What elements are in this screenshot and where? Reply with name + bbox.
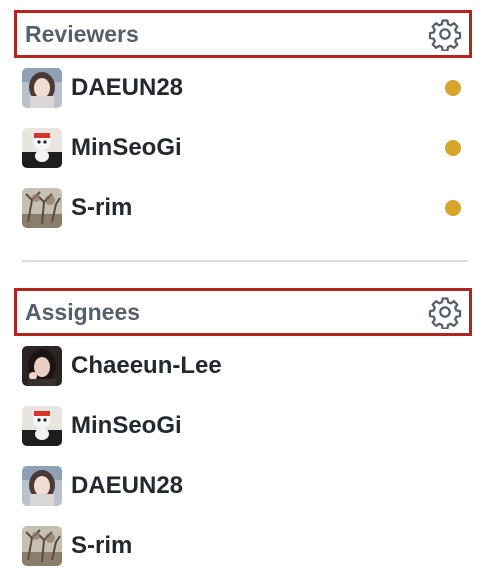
avatar-mascot-black	[22, 128, 62, 168]
assignee-username[interactable]: Chaeeun-Lee	[71, 352, 468, 380]
avatar-girl-light	[22, 466, 62, 506]
avatar-tree	[22, 526, 62, 566]
avatar-girl-dark	[22, 346, 62, 386]
gear-icon[interactable]	[427, 16, 463, 52]
avatar-girl-light	[22, 68, 62, 108]
reviewers-title: Reviewers	[25, 20, 139, 47]
reviewer-row[interactable]: MinSeoGi	[22, 126, 468, 170]
assignee-username[interactable]: MinSeoGi	[71, 412, 468, 440]
assignees-header[interactable]: Assignees	[14, 288, 472, 336]
avatar-mascot-black	[22, 406, 62, 446]
section-divider	[22, 260, 468, 262]
assignees-title: Assignees	[25, 298, 141, 325]
reviewers-header[interactable]: Reviewers	[14, 10, 472, 58]
reviewer-row[interactable]: S-rim	[22, 186, 468, 230]
avatar-tree	[22, 188, 62, 228]
pending-dot-icon	[445, 80, 461, 96]
assignee-row[interactable]: Chaeeun-Lee	[22, 344, 468, 388]
gear-icon[interactable]	[427, 294, 463, 330]
assignee-username[interactable]: S-rim	[71, 532, 468, 560]
reviewer-username[interactable]: MinSeoGi	[71, 134, 445, 162]
assignee-row[interactable]: DAEUN28	[22, 464, 468, 508]
assignee-username[interactable]: DAEUN28	[71, 472, 468, 500]
assignee-row[interactable]: S-rim	[22, 524, 468, 568]
assignee-row[interactable]: MinSeoGi	[22, 404, 468, 448]
pending-dot-icon	[445, 140, 461, 156]
reviewer-username[interactable]: S-rim	[71, 194, 445, 222]
reviewer-row[interactable]: DAEUN28	[22, 66, 468, 110]
pending-dot-icon	[445, 200, 461, 216]
reviewer-username[interactable]: DAEUN28	[71, 74, 445, 102]
